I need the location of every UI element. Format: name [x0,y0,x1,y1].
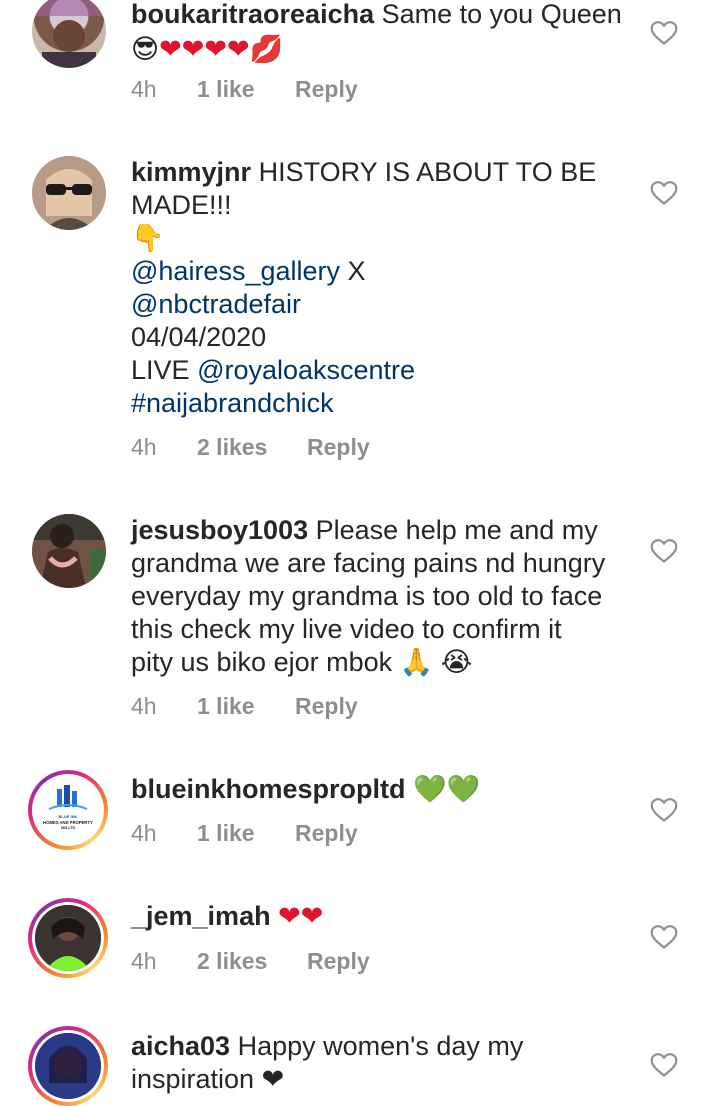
heart-emoji: ❤❤ [278,901,324,932]
avatar-story-ring[interactable] [28,1026,108,1106]
comment-text: LIVE [131,355,190,385]
comment-text-line: Please help me and my [315,515,598,545]
mention-link[interactable]: @hairess_gallery [131,256,340,286]
comment-text-line: this check my live video to confirm it [131,614,562,644]
reply-button[interactable]: Reply [295,693,358,720]
comment-likes[interactable]: 1 like [197,76,295,103]
comment-text-line: inspiration ❤ [131,1064,285,1094]
comment-time: 4h [131,76,157,102]
heart-outline-icon[interactable] [650,20,678,46]
comment-username[interactable]: jesusboy1003 [131,515,308,545]
comment-meta: 4h 2 likes Reply [131,948,370,975]
comment-time: 4h [131,820,157,846]
comment-username[interactable]: blueinkhomespropltd [131,774,406,804]
heart-outline-icon[interactable] [650,797,678,823]
hashtag-link[interactable]: #naijabrandchick [131,387,641,420]
comment-meta: 4h 2 likes Reply [131,434,370,461]
comment-time: 4h [131,693,157,719]
green-heart-emoji: 💚💚 [413,774,481,805]
svg-text:NIG LTD: NIG LTD [61,826,76,830]
blueink-logo: BLUE INK HOMES AND PROPERTY NIG LTD [43,785,93,830]
reply-button[interactable]: Reply [307,948,370,975]
avatar-story-ring[interactable]: BLUE INK HOMES AND PROPERTY NIG LTD [28,770,108,850]
avatar[interactable] [32,156,106,230]
comment-username[interactable]: kimmyjnr [131,157,251,187]
comment-text-line: pity us biko ejor mbok 🙏 😭 [131,647,473,677]
reply-button[interactable]: Reply [295,820,358,847]
comment-text-line: MADE!!! [131,190,232,220]
comment-text-line: HISTORY IS ABOUT TO BE [258,157,597,187]
comment-date-text: 04/04/2020 [131,322,267,352]
comment-username[interactable]: boukaritraoreaicha [131,0,374,29]
comment-time: 4h [131,434,157,460]
sunglasses-emoji: 😎 [131,34,160,65]
heart-outline-icon[interactable] [650,1052,678,1078]
reply-button[interactable]: Reply [295,76,358,103]
heart-outline-icon[interactable] [650,180,678,206]
comment-meta: 4h 1 like Reply [131,693,358,720]
kiss-emoji: 💋 [249,34,284,65]
comment-text-line: Happy women's day my [237,1031,524,1061]
comment-text-line: everyday my grandma is too old to face [131,581,603,611]
comment-likes[interactable]: 2 likes [197,434,307,461]
svg-text:HOMES AND PROPERTY: HOMES AND PROPERTY [43,820,93,825]
mention-link[interactable]: @royaloakscentre [197,355,415,385]
comment-likes[interactable]: 2 likes [197,948,307,975]
comment-meta: 4h 1 like Reply [131,820,358,847]
heart-outline-icon[interactable] [650,538,678,564]
comment-text-line: grandma we are facing pains nd hungry [131,548,606,578]
comment-username[interactable]: _jem_imah [131,901,271,931]
comment-likes[interactable]: 1 like [197,820,295,847]
mention-link[interactable]: @nbctradefair [131,288,641,321]
comment-likes[interactable]: 1 like [197,693,295,720]
avatar[interactable] [32,514,106,588]
svg-text:BLUE INK: BLUE INK [59,814,78,819]
comment-meta: 4h 1 like Reply [131,76,358,103]
comment-emoji-line: 😎❤❤❤❤💋 [131,33,641,66]
heart-outline-icon[interactable] [650,924,678,950]
comment-time: 4h [131,948,157,974]
heart-emoji: ❤❤❤❤ [159,34,250,65]
comment-text: X [347,256,366,286]
reply-button[interactable]: Reply [307,434,370,461]
pointing-down-emoji: 👇 [131,223,165,254]
comment-text: Same to you Queen [381,0,622,29]
avatar-story-ring[interactable] [28,898,108,978]
comment-username[interactable]: aicha03 [131,1031,230,1061]
avatar[interactable] [32,0,106,68]
